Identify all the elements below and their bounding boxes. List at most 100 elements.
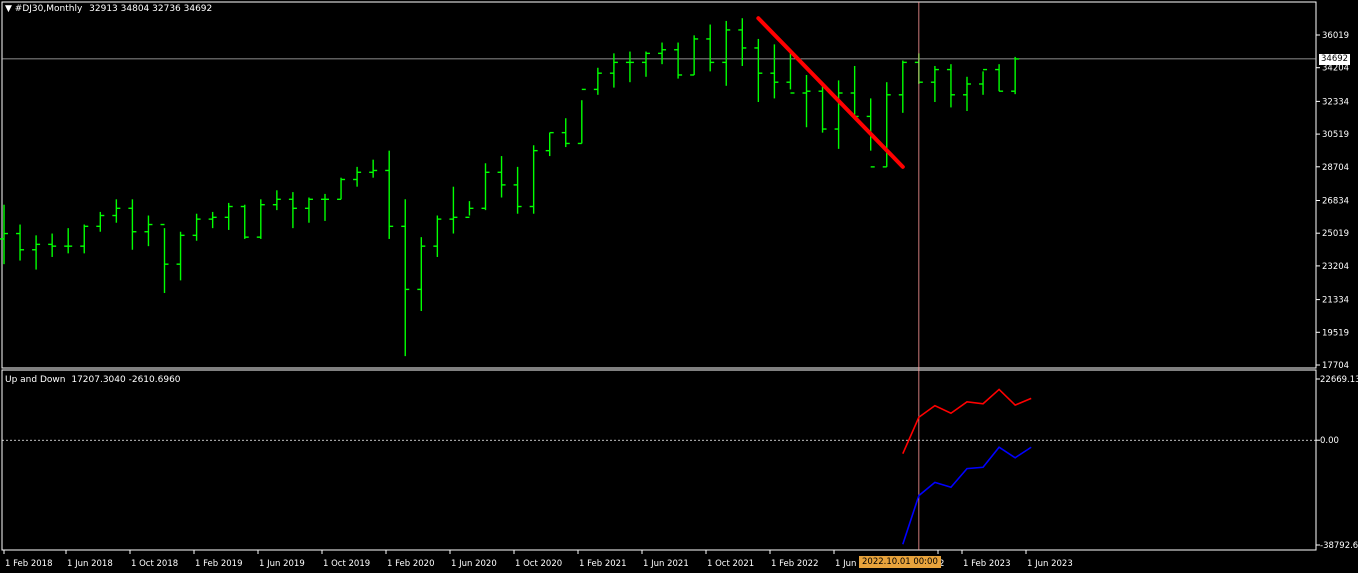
ohlc-bar	[401, 199, 410, 357]
price-tick-label: 28704	[1322, 163, 1349, 173]
price-tick-label: 25019	[1322, 229, 1349, 239]
ohlc-bar	[529, 145, 538, 214]
ohlc-bar	[995, 64, 1004, 92]
ohlc-bar	[433, 215, 442, 257]
ohlc-bar	[946, 64, 955, 108]
time-tick-label: 1 Feb 2022	[771, 559, 819, 569]
ohlc-bar	[802, 74, 811, 128]
time-tick-label: 1 Jun 2018	[67, 559, 113, 569]
ohlc-bar	[658, 42, 667, 65]
indicator-tick-label: 22669.13	[1320, 375, 1358, 385]
trend-line	[756, 16, 905, 169]
price-tick-label: 34204	[1322, 64, 1349, 74]
ohlc-bar	[224, 202, 233, 230]
ohlc-bar	[706, 24, 715, 72]
price-tick-label: 21334	[1322, 296, 1349, 306]
price-tick-label: 30519	[1322, 130, 1349, 140]
indicator-frame	[1, 369, 1317, 551]
ohlc-bar	[481, 163, 490, 211]
ohlc-bar	[256, 199, 265, 239]
ohlc-bar	[64, 228, 73, 254]
ohlc-bar	[754, 38, 763, 103]
current-price-tag: 34692	[1319, 54, 1351, 65]
time-tick-label: 1 Jun 2023	[1027, 559, 1073, 569]
ohlc-bar	[48, 233, 57, 257]
ohlc-bar	[449, 186, 458, 234]
ohlc-bar	[288, 192, 297, 229]
ohlc-bar	[128, 199, 137, 250]
time-tick-label: 1 Feb 2018	[5, 559, 53, 569]
indicator-tick-label: -38792.6	[1320, 541, 1358, 551]
price-tick-label: 17704	[1322, 361, 1349, 371]
ohlc-bar	[513, 166, 522, 214]
ohlc-bar	[497, 156, 506, 198]
time-tick-label: 1 Feb 2020	[387, 559, 435, 569]
indicator-tick-label: 0.00	[1320, 436, 1339, 446]
ohlc-bar	[465, 201, 474, 219]
price-tick-label: 26834	[1322, 196, 1349, 206]
ohlc-bar	[321, 193, 329, 221]
ohlc-bar	[240, 204, 249, 239]
time-tick-label: 1 Feb 2021	[579, 559, 627, 569]
main-frame	[1, 1, 1317, 369]
ohlc-bar	[80, 224, 89, 254]
ohlc-bar	[625, 51, 634, 83]
ohlc-bar	[112, 199, 121, 223]
ohlc-bar	[337, 177, 346, 201]
ohlc-bar	[16, 224, 25, 261]
price-tick-label: 32334	[1322, 97, 1349, 107]
ohlc-bar	[96, 211, 105, 232]
ohlc-bar	[561, 118, 570, 148]
ohlc-bar	[369, 159, 378, 178]
ohlc-bar	[545, 131, 554, 157]
symbol-label: #DJ30,Monthly	[14, 4, 83, 14]
price-tick-label: 36019	[1322, 31, 1349, 41]
indicator-name: Up and Down	[5, 375, 66, 385]
ohlc-bar	[786, 51, 795, 94]
ohlc-bar	[850, 65, 859, 118]
dropdown-triangle-icon[interactable]: ▼	[5, 4, 12, 14]
time-tick-label: 1 Jun 2020	[451, 559, 497, 569]
time-tick-label: 1 Jun 2021	[643, 559, 689, 569]
ohlc-bar	[593, 67, 602, 95]
crosshair-time-tag: 2022.10.01 00:00	[859, 556, 941, 568]
time-tick-label: 1 Oct 2020	[515, 559, 562, 569]
time-tick-label: 1 Jun 2019	[259, 559, 305, 569]
ohlc-bar	[898, 60, 907, 113]
ohlc-bar	[818, 83, 827, 133]
indicator-values: 17207.3040 -2610.6960	[71, 375, 181, 385]
ohlc-bar	[144, 215, 153, 247]
ohlc-bar	[834, 80, 843, 149]
ohlc-bar	[176, 231, 185, 281]
symbol-header: ▼ #DJ30,Monthly 32913 34804 32736 34692	[5, 4, 212, 14]
price-chart[interactable]: 36019 34204 32334 30519 28704 26834 25019 23204…	[0, 0, 1358, 573]
time-tick-label: 1 Feb 2023	[963, 559, 1011, 569]
indicator-header: Up and Down 17207.3040 -2610.6960	[5, 375, 181, 385]
time-tick-label: 1 Jun	[835, 559, 856, 569]
time-tick-label: 1 Oct 2018	[131, 559, 178, 569]
ohlc-bar	[192, 213, 201, 241]
ohlc-bar	[979, 68, 988, 95]
ohlc-bar	[577, 88, 586, 145]
ohlc-bar	[963, 76, 971, 112]
price-tick-label: 19519	[1322, 328, 1349, 338]
time-tick-label: 1 Oct 2021	[707, 559, 754, 569]
ohlc-bar	[722, 20, 731, 86]
chart-window[interactable]: 36019 34204 32334 30519 28704 26834 25019 23204…	[0, 0, 1358, 573]
ohlc-bar	[32, 235, 41, 270]
ohlc-bar	[304, 197, 313, 223]
time-tick-label: 1 Oct 2019	[323, 559, 370, 569]
ohlc-bar	[385, 150, 394, 239]
ohlc-bar	[272, 190, 281, 211]
ohlc-bar	[0, 204, 8, 265]
ohlc-bar	[417, 237, 426, 312]
ohlc-bar	[160, 223, 169, 293]
ohlc-bar	[1011, 56, 1020, 95]
ohlc-bar	[930, 65, 939, 103]
price-tick-label: 23204	[1322, 262, 1349, 272]
ohlc-bar	[770, 44, 779, 99]
ohlc-values: 32913 34804 32736 34692	[89, 4, 213, 14]
down-series-line	[902, 446, 1032, 545]
ohlc-bar	[353, 166, 362, 187]
time-tick-label: 1 Feb 2019	[195, 559, 243, 569]
